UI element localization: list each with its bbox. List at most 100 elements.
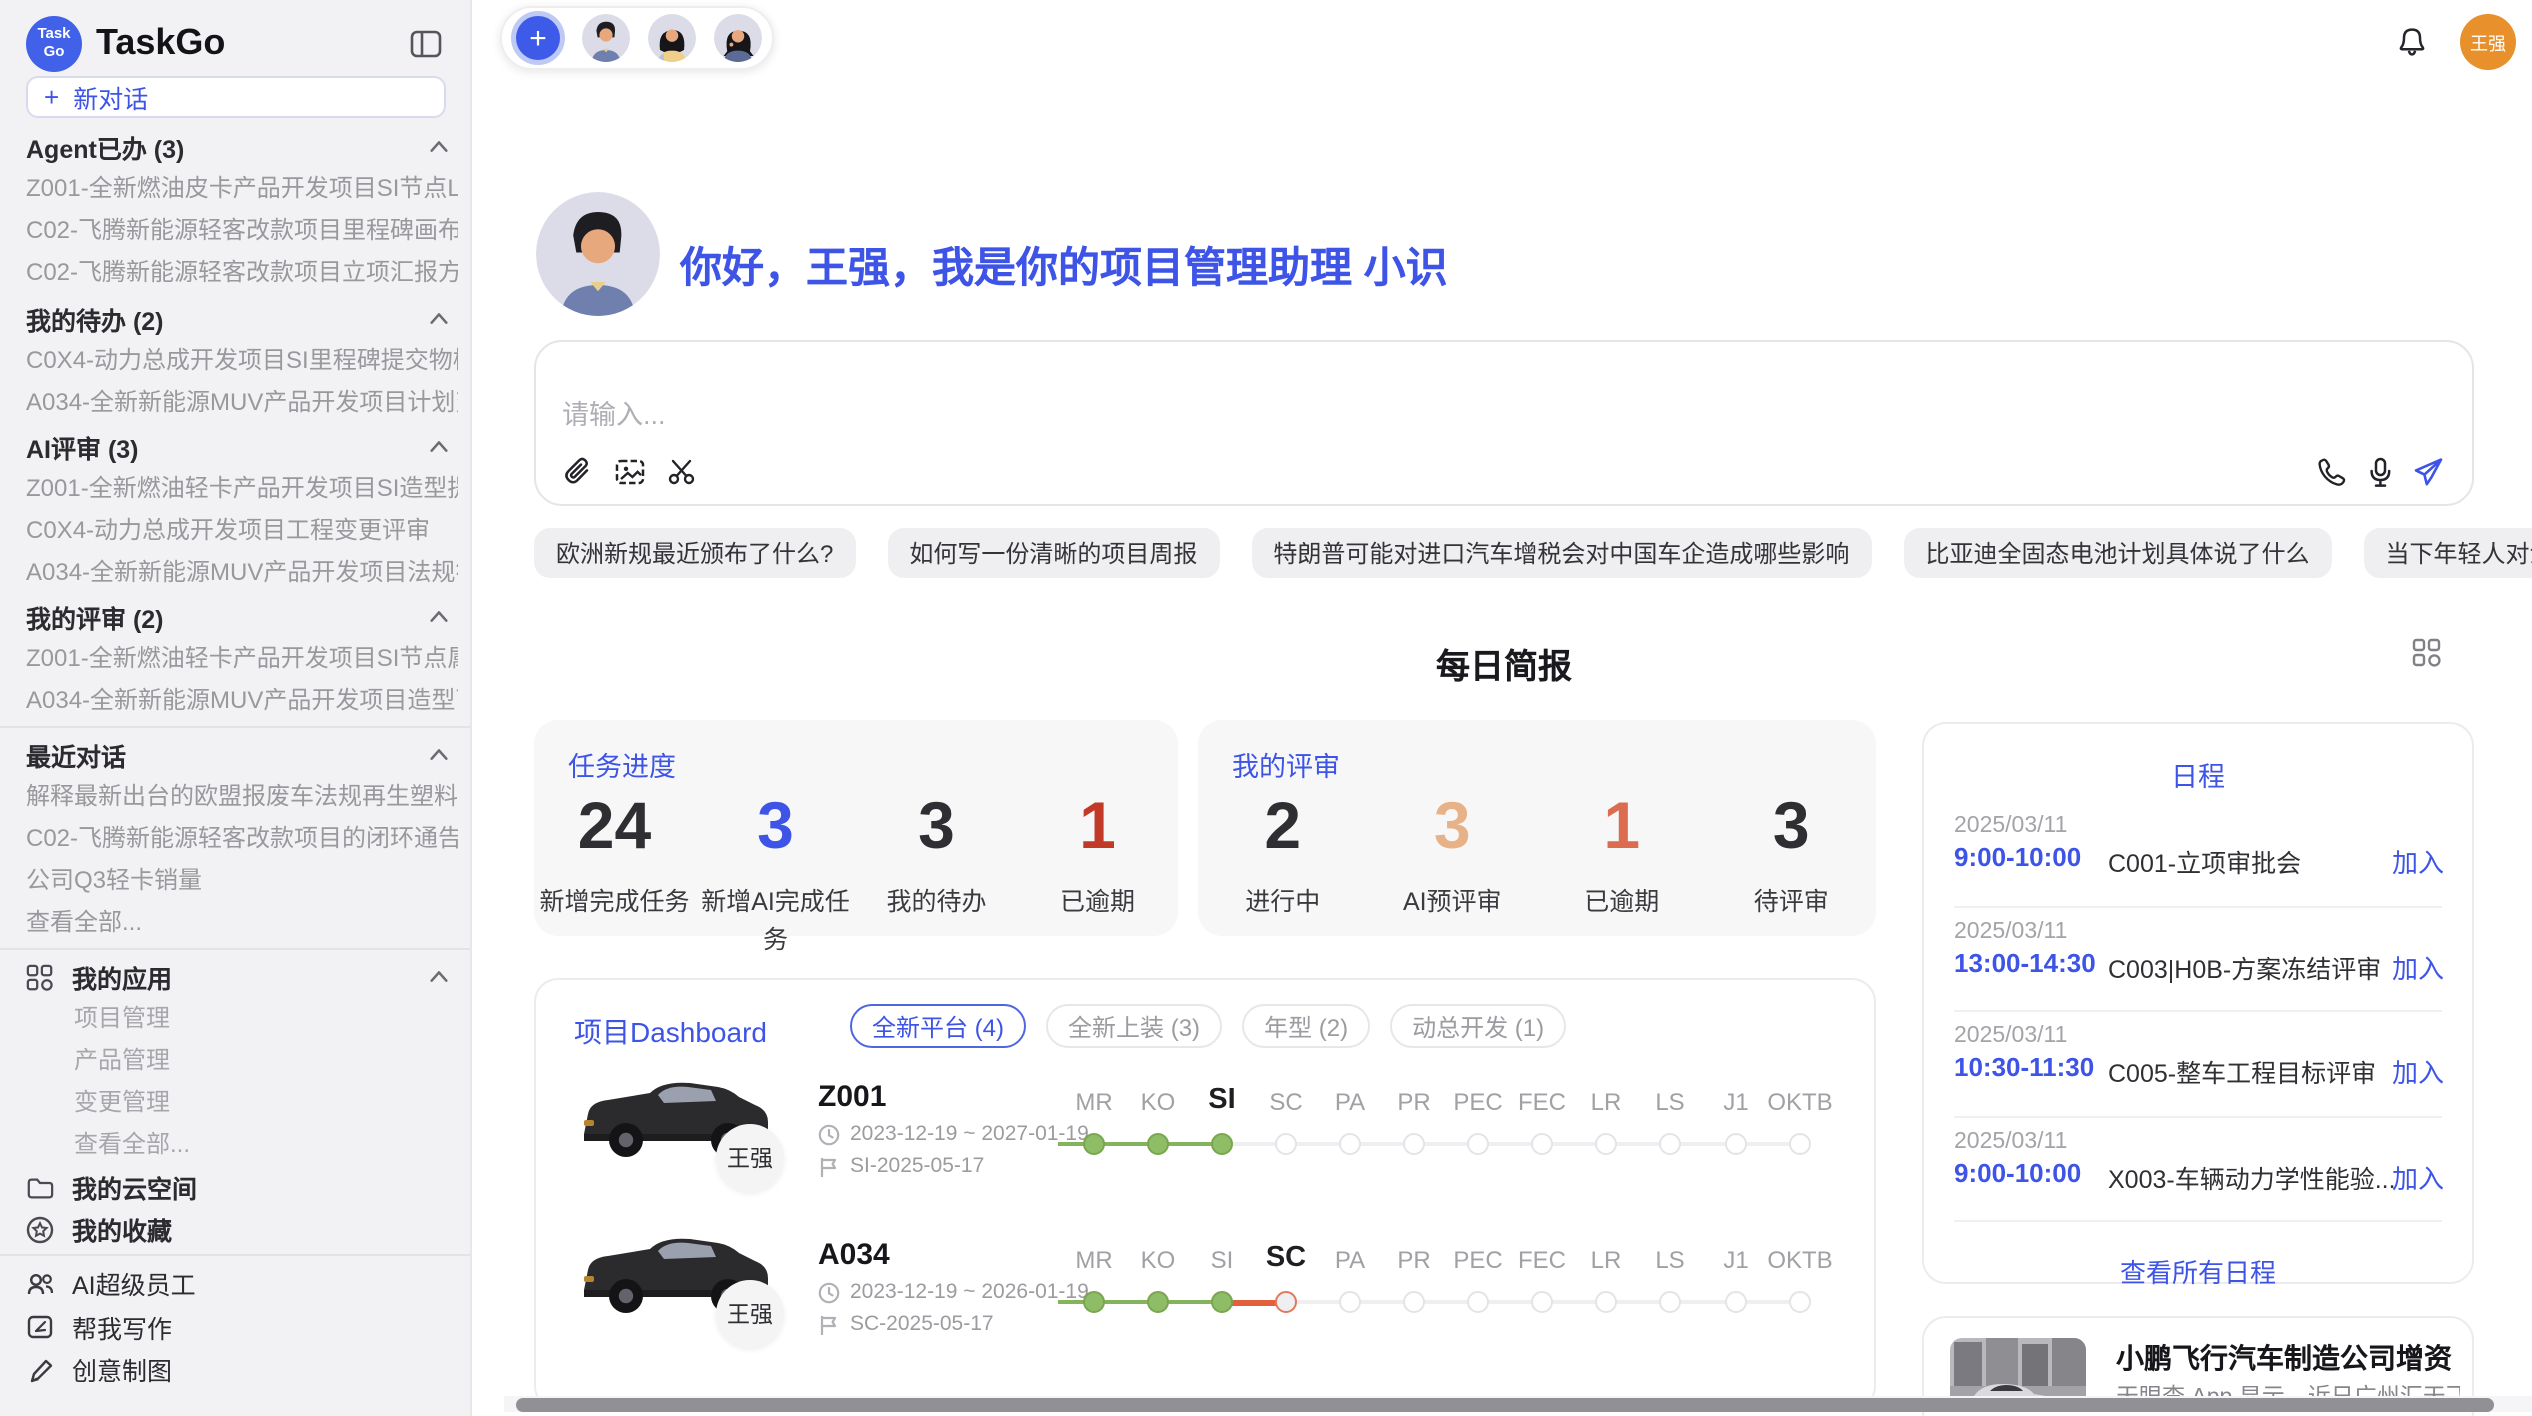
app-item-view-all[interactable]: 查看全部... [26,1124,458,1166]
notification-bell-icon[interactable] [2396,26,2428,58]
recent-item[interactable]: 解释最新出台的欧盟报废车法规再生塑料比例被调至15%... [26,776,458,818]
send-icon[interactable] [2412,456,2444,488]
horizontal-scrollbar-thumb[interactable] [516,1398,2494,1412]
milestone-date-text: SC-2025-05-17 [850,1312,994,1336]
microphone-icon[interactable] [2364,456,2396,488]
section-ai-review[interactable]: AI评审 (3) [26,426,458,468]
sidebar-item[interactable]: C02-飞腾新能源轻客改款项目里程碑画布 [26,210,458,252]
section-my-todo[interactable]: 我的待办 (2) [26,298,458,340]
recent-view-all[interactable]: 查看全部... [26,902,458,944]
stat-review-overdue: 1 已逾期 [1537,786,1707,918]
app-item-project-mgmt[interactable]: 项目管理 [26,998,458,1040]
avatar[interactable] [582,14,630,62]
sidebar-item-creative-drawing[interactable]: 创意制图 [26,1348,458,1391]
suggestion-chip[interactable]: 特朗普可能对进口汽车增税会对中国车企造成哪些影响 [1251,528,1871,578]
milestone-label: MR [1075,1246,1112,1274]
sidebar-item[interactable]: C0X4-动力总成开发项目SI里程碑提交物检查 [26,340,458,382]
avatar[interactable] [648,14,696,62]
section-my-review[interactable]: 我的评审 (2) [26,596,458,638]
project-name[interactable]: Z001 [818,1080,886,1114]
sidebar-item[interactable]: C02-飞腾新能源轻客改款项目立项汇报方案 [26,252,458,294]
suggestion-chip[interactable]: 欧洲新规最近颁布了什么? [534,528,855,578]
sidebar-item-help-me-write[interactable]: 帮我写作 [26,1305,458,1348]
suggestion-chip[interactable]: 比亚迪全固态电池计划具体说了什么 [1903,528,2331,578]
divider [0,948,472,950]
event-name: C005-整车工程目标评审 [2108,1052,2376,1090]
sidebar-collapse-icon[interactable] [410,28,442,60]
tab-year-model[interactable]: 年型 (2) [1242,1004,1370,1048]
stat-new-ai-done: 3 新增AI完成任务 [695,786,856,956]
flag-icon [818,1313,840,1335]
suggestion-chip[interactable]: 如何写一份清晰的项目周报 [887,528,1219,578]
tab-powertrain[interactable]: 动总开发 (1) [1390,1004,1566,1048]
sidebar-item-favorites[interactable]: 我的收藏 [26,1208,458,1250]
divider [1954,1220,2442,1222]
join-link[interactable]: 加入 [2392,1158,2444,1196]
tab-new-body[interactable]: 全新上装 (3) [1046,1004,1222,1048]
sidebar-item-my-apps[interactable]: 我的应用 [26,956,458,998]
section-title: 我的评审 (2) [26,598,164,636]
join-link[interactable]: 加入 [2392,948,2444,986]
milestone-label: PA [1335,1246,1365,1274]
milestone-label: OKTB [1767,1246,1832,1274]
milestone-dot-done [1211,1291,1233,1313]
attachment-icon[interactable] [562,456,594,488]
event-name: C003|H0B-方案冻结评审 [2108,948,2381,986]
section-agent-done[interactable]: Agent已办 (3) [26,126,458,168]
chevron-up-icon [428,136,450,158]
sidebar: Task Go TaskGo + 新对话 Agent已办 (3) Z001-全新… [0,0,472,1416]
input-left-icons [562,456,698,488]
owner-badge: 王强 [716,1124,784,1192]
milestone-label-current: SI [1208,1084,1235,1116]
image-icon[interactable] [614,456,646,488]
milestone-dot-pending [1403,1291,1425,1313]
event-time: 9:00-10:00 [1954,1158,2081,1188]
chat-input[interactable] [558,398,1758,432]
add-conversation-button[interactable]: + [516,16,560,60]
milestone-label: MR [1075,1088,1112,1116]
project-name[interactable]: A034 [818,1238,890,1272]
apps-grid-icon [26,963,54,991]
tab-new-platform[interactable]: 全新平台 (4) [850,1004,1026,1048]
recent-item[interactable]: 公司Q3轻卡销量 [26,860,458,902]
milestone-dot-pending [1659,1291,1681,1313]
user-avatar[interactable]: 王强 [2460,14,2516,70]
recent-item[interactable]: C02-飞腾新能源轻客改款项目的闭环通告反馈情况 [26,818,458,860]
phone-icon[interactable] [2316,456,2348,488]
logo-line2: Go [44,44,65,61]
sidebar-item[interactable]: A034-全新新能源MUV产品开发项目法规符合性评审 [26,552,458,594]
sidebar-item[interactable]: A034-全新新能源MUV产品开发项目造型可行性评审 [26,680,458,722]
milestone-dot-pending [1467,1133,1489,1155]
new-chat-label: 新对话 [73,78,148,116]
section-recent[interactable]: 最近对话 [26,734,458,776]
layout-grid-icon[interactable] [2412,638,2442,668]
sidebar-item-ai-super-staff[interactable]: AI超级员工 [26,1262,458,1305]
sidebar-item[interactable]: Z001-全新燃油皮卡产品开发项目SI节点Lesson Learn报告 [26,168,458,210]
stat-value: 1 [1537,786,1707,866]
avatar[interactable] [714,14,762,62]
milestone-dot-pending [1659,1133,1681,1155]
sidebar-item[interactable]: C0X4-动力总成开发项目工程变更评审 [26,510,458,552]
new-chat-button[interactable]: + 新对话 [26,76,446,118]
project-date-range: 2023-12-19 ~ 2026-01-19 [818,1280,1089,1304]
chevron-up-icon [428,966,450,988]
sidebar-item[interactable]: Z001-全新燃油轻卡产品开发项目SI造型提交物评审 [26,468,458,510]
sidebar-item-cloud-space[interactable]: 我的云空间 [26,1166,458,1208]
join-link[interactable]: 加入 [2392,1052,2444,1090]
sidebar-item[interactable]: A034-全新新能源MUV产品开发项目计划变更表编写 [26,382,458,424]
app-item-product-mgmt[interactable]: 产品管理 [26,1040,458,1082]
scissors-icon[interactable] [666,456,698,488]
stat-label: AI预评审 [1368,880,1538,918]
app-item-change-mgmt[interactable]: 变更管理 [26,1082,458,1124]
milestone-label: PEC [1453,1088,1502,1116]
milestone-dot-pending [1725,1133,1747,1155]
task-progress-card: 任务进度 24 新增完成任务 3 新增AI完成任务 3 我的待办 1 已逾期 [534,720,1178,936]
suggestion-chip[interactable]: 当下年轻人对汽车外观有怎样的喜好趋势 [2363,528,2532,578]
sidebar-item[interactable]: Z001-全新燃油轻卡产品开发项目SI节点属性5D文件评审 [26,638,458,680]
app-window: Task Go TaskGo + 新对话 Agent已办 (3) Z001-全新… [0,0,2532,1416]
stat-value: 3 [1707,786,1877,866]
milestone-label: KO [1141,1246,1176,1274]
view-all-schedule-link[interactable]: 查看所有日程 [1924,1252,2472,1290]
join-link[interactable]: 加入 [2392,842,2444,880]
milestone-label: PEC [1453,1246,1502,1274]
